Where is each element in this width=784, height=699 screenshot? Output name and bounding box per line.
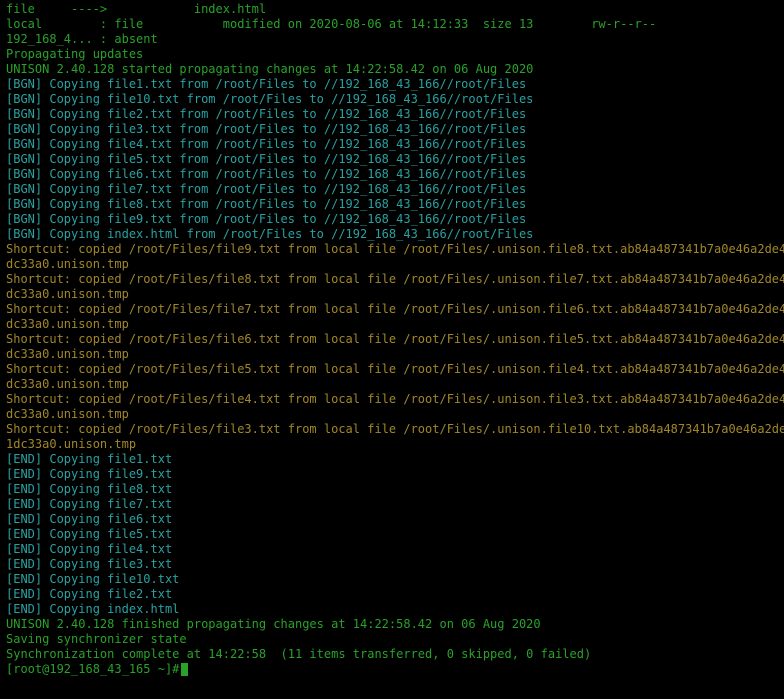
terminal-line: 1dc33a0.unison.tmp [6, 437, 778, 452]
terminal-line: [BGN] Copying file9.txt from /root/Files… [6, 212, 778, 227]
terminal-line: [BGN] Copying file8.txt from /root/Files… [6, 197, 778, 212]
terminal-line: dc33a0.unison.tmp [6, 407, 778, 422]
terminal-line: [END] Copying file6.txt [6, 512, 778, 527]
terminal-line: Shortcut: copied /root/Files/file6.txt f… [6, 332, 778, 347]
terminal-output[interactable]: file ----> index.htmllocal : file modifi… [0, 0, 784, 683]
terminal-line: Shortcut: copied /root/Files/file9.txt f… [6, 242, 778, 257]
terminal-line: Shortcut: copied /root/Files/file7.txt f… [6, 302, 778, 317]
terminal-line: dc33a0.unison.tmp [6, 317, 778, 332]
terminal-line: [BGN] Copying file1.txt from /root/Files… [6, 77, 778, 92]
terminal-line: Saving synchronizer state [6, 632, 778, 647]
terminal-line: [END] Copying file1.txt [6, 452, 778, 467]
terminal-line: dc33a0.unison.tmp [6, 257, 778, 272]
terminal-line: [BGN] Copying file2.txt from /root/Files… [6, 107, 778, 122]
terminal-line: file ----> index.html [6, 2, 778, 17]
terminal-line: UNISON 2.40.128 started propagating chan… [6, 62, 778, 77]
terminal-line: UNISON 2.40.128 finished propagating cha… [6, 617, 778, 632]
terminal-line: [BGN] Copying file5.txt from /root/Files… [6, 152, 778, 167]
terminal-line: [END] Copying file3.txt [6, 557, 778, 572]
terminal-line: 192_168_4... : absent [6, 32, 778, 47]
cursor-icon [181, 663, 188, 676]
terminal-line: [END] Copying file10.txt [6, 572, 778, 587]
terminal-line: [BGN] Copying file4.txt from /root/Files… [6, 137, 778, 152]
terminal-line: [END] Copying file9.txt [6, 467, 778, 482]
terminal-line: dc33a0.unison.tmp [6, 347, 778, 362]
terminal-line: [BGN] Copying file6.txt from /root/Files… [6, 167, 778, 182]
terminal-line: [BGN] Copying file10.txt from /root/File… [6, 92, 778, 107]
terminal-line: Propagating updates [6, 47, 778, 62]
terminal-line: Shortcut: copied /root/Files/file5.txt f… [6, 362, 778, 377]
terminal-line: [BGN] Copying file3.txt from /root/Files… [6, 122, 778, 137]
shell-prompt[interactable]: [root@192_168_43_165 ~]# [6, 662, 778, 677]
prompt-text: [root@192_168_43_165 ~]# [6, 662, 179, 676]
terminal-line: [END] Copying file8.txt [6, 482, 778, 497]
terminal-line: dc33a0.unison.tmp [6, 287, 778, 302]
terminal-line: [BGN] Copying index.html from /root/File… [6, 227, 778, 242]
terminal-line: [END] Copying index.html [6, 602, 778, 617]
terminal-line: [END] Copying file7.txt [6, 497, 778, 512]
terminal-line: Shortcut: copied /root/Files/file3.txt f… [6, 422, 778, 437]
terminal-line: Shortcut: copied /root/Files/file8.txt f… [6, 272, 778, 287]
terminal-line: [BGN] Copying file7.txt from /root/Files… [6, 182, 778, 197]
terminal-line: [END] Copying file5.txt [6, 527, 778, 542]
terminal-line: dc33a0.unison.tmp [6, 377, 778, 392]
terminal-line: [END] Copying file4.txt [6, 542, 778, 557]
terminal-line: Shortcut: copied /root/Files/file4.txt f… [6, 392, 778, 407]
terminal-line: [END] Copying file2.txt [6, 587, 778, 602]
terminal-line: local : file modified on 2020-08-06 at 1… [6, 17, 778, 32]
terminal-line: Synchronization complete at 14:22:58 (11… [6, 647, 778, 662]
